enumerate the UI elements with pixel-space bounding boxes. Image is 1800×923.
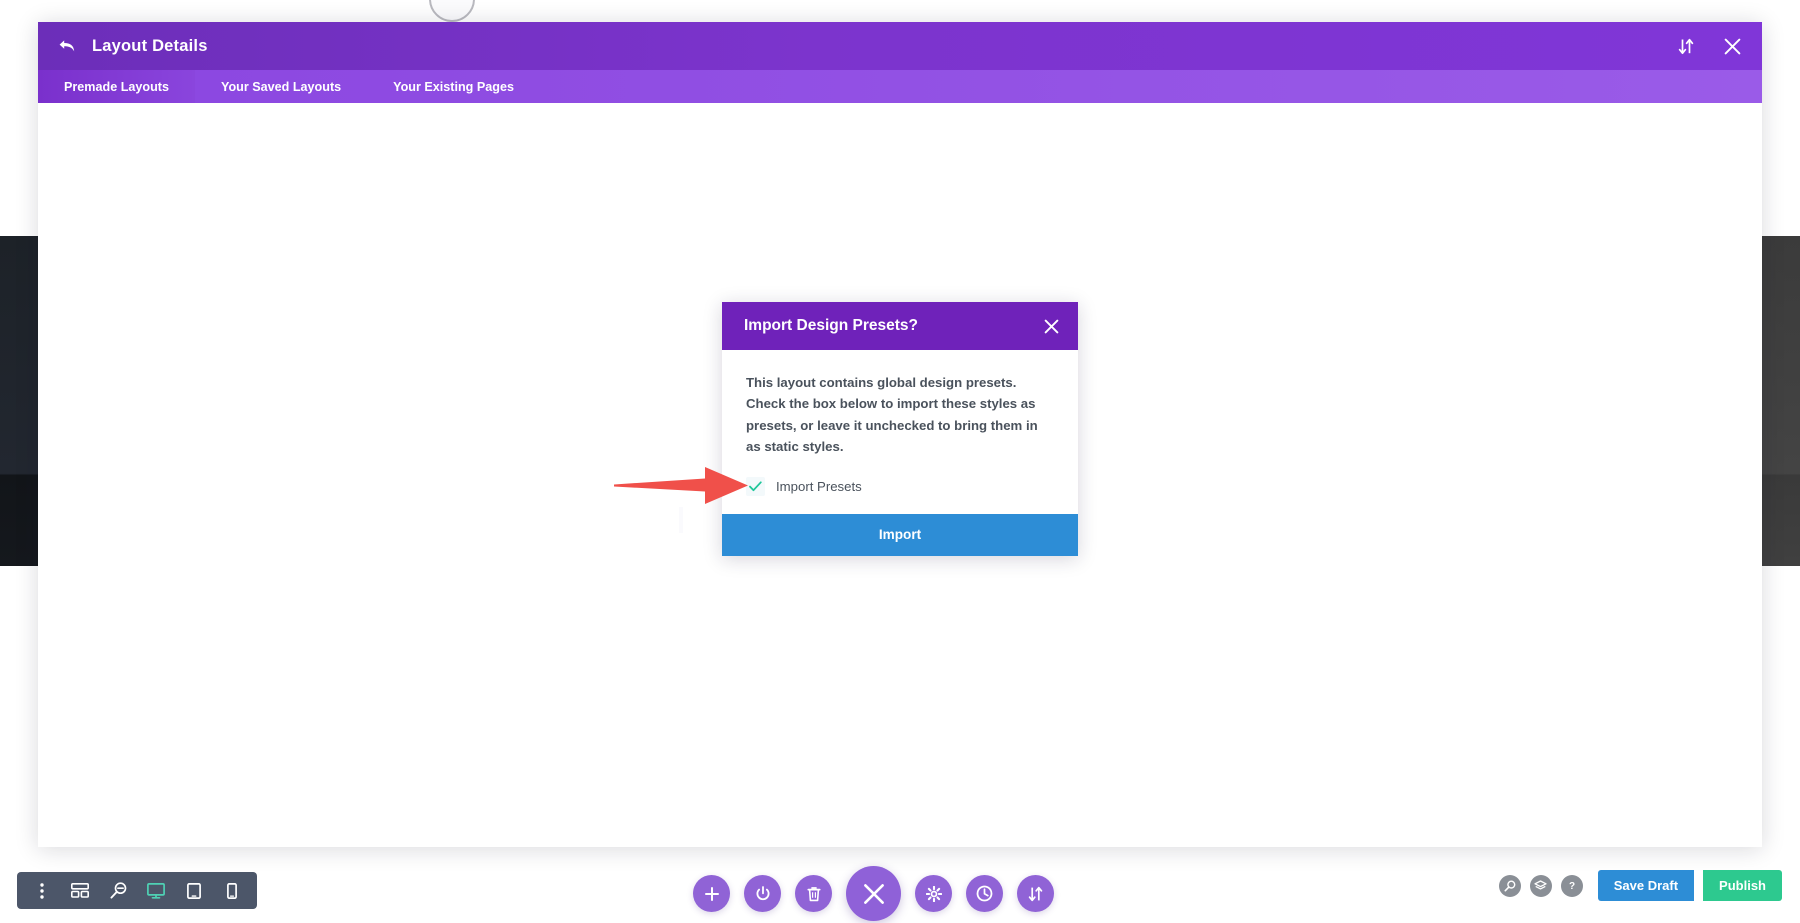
add-icon[interactable] [693, 875, 730, 912]
search-icon[interactable] [1498, 874, 1521, 897]
back-arrow-icon[interactable] [56, 35, 78, 57]
modal-title: Import Design Presets? [744, 317, 918, 334]
import-presets-label: Import Presets [776, 478, 862, 494]
modal-body: This layout contains global design prese… [722, 350, 1078, 514]
save-draft-label: Save Draft [1613, 878, 1679, 893]
trash-icon[interactable] [795, 875, 832, 912]
history-clock-icon[interactable] [966, 875, 1003, 912]
page-title: Layout Details [92, 36, 208, 55]
device-preview-toolbar [17, 872, 257, 909]
loading-artifact [679, 507, 683, 533]
wireframe-icon[interactable] [63, 876, 97, 906]
power-icon[interactable] [744, 875, 781, 912]
svg-text:?: ? [1569, 881, 1575, 892]
publish-button[interactable]: Publish [1703, 870, 1782, 901]
builder-action-toolbar [693, 866, 1054, 921]
settings-gear-icon[interactable] [915, 875, 952, 912]
layers-icon[interactable] [1529, 874, 1552, 897]
more-options-icon[interactable] [25, 876, 59, 906]
sort-updown-icon[interactable] [1017, 875, 1054, 912]
close-icon[interactable] [846, 866, 901, 921]
close-icon[interactable] [1722, 36, 1742, 56]
panel-tabs: Premade Layouts Your Saved Layouts Your … [38, 70, 1762, 103]
tab-label: Your Existing Pages [393, 79, 514, 94]
modal-header: Import Design Presets? [722, 302, 1078, 350]
sort-updown-icon[interactable] [1676, 36, 1696, 56]
modal-description: This layout contains global design prese… [746, 375, 1038, 455]
publish-label: Publish [1719, 878, 1766, 893]
tablet-icon[interactable] [177, 876, 211, 906]
zoom-out-icon[interactable] [101, 876, 135, 906]
import-button[interactable]: Import [722, 513, 1078, 556]
panel-header: Layout Details [38, 22, 1762, 70]
phone-icon[interactable] [215, 876, 249, 906]
import-button-label: Import [878, 527, 922, 542]
tab-your-existing-pages[interactable]: Your Existing Pages [367, 70, 540, 103]
tab-premade-layouts[interactable]: Premade Layouts [38, 70, 195, 103]
import-design-presets-modal: Import Design Presets? This layout conta… [722, 302, 1078, 556]
tab-your-saved-layouts[interactable]: Your Saved Layouts [195, 70, 367, 103]
desktop-icon[interactable] [139, 876, 173, 906]
panel-header-actions [1676, 36, 1742, 56]
screen-root: Layout Details Premade Layouts Your Save… [0, 0, 1800, 923]
tab-label: Your Saved Layouts [221, 79, 342, 94]
tab-label: Premade Layouts [64, 79, 169, 94]
import-presets-checkbox[interactable] [746, 476, 765, 496]
checkmark-icon [749, 480, 762, 491]
builder-right-controls: ? Save Draft Publish [1498, 870, 1782, 901]
help-icon[interactable]: ? [1560, 874, 1583, 897]
close-icon[interactable] [1040, 315, 1062, 337]
import-presets-checkbox-row[interactable]: Import Presets [746, 476, 1054, 496]
save-draft-button[interactable]: Save Draft [1597, 870, 1695, 901]
